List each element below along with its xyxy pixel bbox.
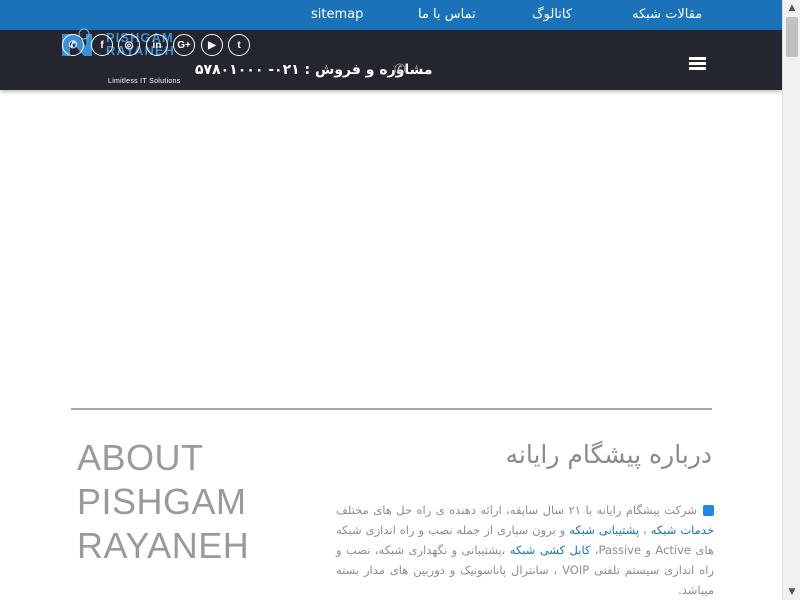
twitter-icon[interactable]: t xyxy=(228,34,250,56)
nav-link-contact[interactable]: تماس با ما xyxy=(418,7,476,22)
about-paragraph: شرکت پیشگام رایانه با ۲۱ سال سابقه، ارائ… xyxy=(336,500,714,600)
link-network-cabling[interactable]: کابل کشی شبکه xyxy=(510,543,591,557)
link-network-services[interactable]: خدمات شبکه xyxy=(651,523,714,537)
instagram-icon[interactable]: ◎ xyxy=(118,34,140,56)
hamburger-menu-icon[interactable] xyxy=(689,57,706,71)
logo-tagline: Limitless IT Solutions xyxy=(108,78,181,85)
youtube-icon[interactable]: ▶ xyxy=(201,34,223,56)
scroll-down-arrow-icon[interactable]: ▼ xyxy=(783,584,800,600)
whatsapp-icon[interactable]: ✆ xyxy=(62,34,84,56)
about-title-persian: درباره پیشگام رایانه xyxy=(505,440,712,469)
google-plus-icon[interactable]: G+ xyxy=(173,34,195,56)
link-network-support[interactable]: پشتیبانی شبکه xyxy=(569,523,639,537)
section-divider xyxy=(71,408,712,410)
para-sep: ، xyxy=(639,523,651,537)
scrollbar-thumb[interactable] xyxy=(786,17,798,57)
scroll-up-arrow-icon[interactable]: ▲ xyxy=(783,0,800,16)
nav-link-sitemap[interactable]: sitemap xyxy=(311,7,363,22)
phone-icon: ✆ xyxy=(394,62,406,78)
top-nav-bar: مقالات شبکه کاتالوگ تماس با ما sitemap xyxy=(0,0,782,30)
facebook-icon[interactable]: f xyxy=(91,34,113,56)
page-scrollbar[interactable]: ▲ ▼ xyxy=(782,0,800,600)
para-intro: شرکت پیشگام رایانه با ۲۱ سال سابقه، ارائ… xyxy=(336,503,697,517)
bullet-icon xyxy=(703,505,714,516)
nav-link-network-articles[interactable]: مقالات شبکه xyxy=(632,7,702,22)
about-title-english: ABOUT PISHGAM RAYANEH xyxy=(77,437,250,566)
linkedin-icon[interactable]: in xyxy=(146,34,168,56)
nav-link-catalog[interactable]: کاتالوگ xyxy=(532,7,572,22)
